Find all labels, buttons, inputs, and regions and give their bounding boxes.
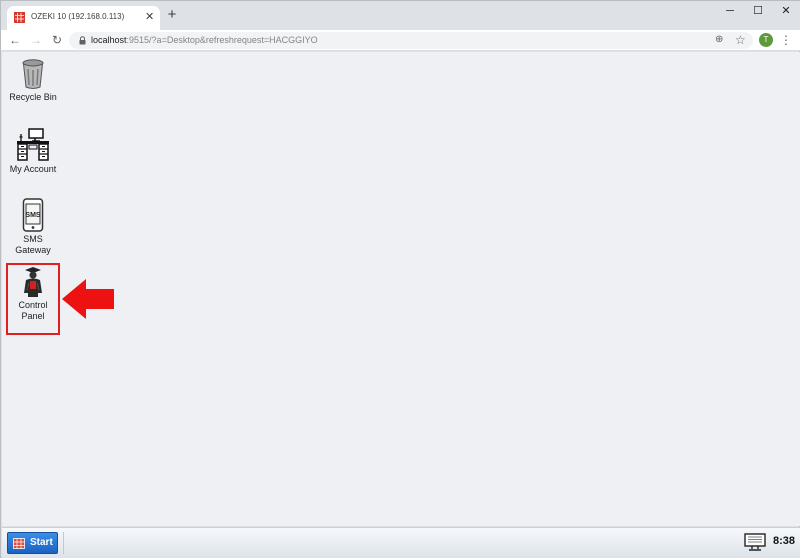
taskbar: Start 8:38: [2, 527, 800, 558]
browser-tab[interactable]: OZEKI 10 (192.168.0.113) ✕: [7, 6, 160, 30]
browser-window: OZEKI 10 (192.168.0.113) ✕ + ─ ☐ ✕ ← → ↻…: [0, 0, 800, 558]
desktop-icon-sms-gateway[interactable]: SMS SMS Gateway: [5, 198, 61, 256]
trash-can-icon: [22, 59, 44, 89]
desktop-icon-recycle-bin[interactable]: Recycle Bin: [5, 58, 61, 103]
red-arrow-pointer-icon: [62, 279, 114, 319]
desktop-icon-my-account[interactable]: My Account: [5, 128, 61, 175]
browser-menu-icon[interactable]: ⋮: [780, 32, 792, 48]
url-text[interactable]: localhost:9515/?a=Desktop&refreshrequest…: [91, 35, 318, 45]
forward-arrow-icon[interactable]: →: [28, 32, 44, 48]
start-button[interactable]: Start: [7, 532, 58, 554]
bookmark-star-icon[interactable]: ☆: [735, 33, 746, 47]
lock-icon: [79, 36, 86, 45]
tab-title: OZEKI 10 (192.168.0.113): [31, 12, 125, 21]
reload-icon[interactable]: ↻: [49, 32, 65, 48]
highlight-box: [6, 263, 60, 335]
minimize-button[interactable]: ─: [715, 1, 745, 25]
profile-avatar[interactable]: T: [759, 33, 773, 47]
sms-phone-icon: SMS: [22, 198, 44, 232]
office-desk-icon: [17, 128, 49, 161]
tab-strip: OZEKI 10 (192.168.0.113) ✕ + ─ ☐ ✕: [1, 1, 800, 30]
desktop-icon-label: Recycle Bin: [9, 92, 57, 102]
desktop-icon-label: My Account: [9, 164, 57, 174]
start-label: Start: [30, 537, 53, 548]
ozeki-logo-icon: [13, 538, 25, 549]
maximize-button[interactable]: ☐: [743, 1, 773, 25]
desktop-area: Recycle Bin My Account SMS SMS Gateway C…: [2, 52, 800, 526]
address-bar[interactable]: localhost:9515/?a=Desktop&refreshrequest…: [69, 32, 753, 49]
monitor-icon[interactable]: [744, 533, 766, 551]
browser-toolbar: ← → ↻ localhost:9515/?a=Desktop&refreshr…: [1, 30, 800, 51]
zoom-icon[interactable]: ⊕: [715, 34, 723, 45]
url-host: localhost: [91, 35, 127, 45]
desktop-icon-label-line2: Gateway: [15, 245, 51, 255]
ozeki-favicon-icon: [14, 12, 25, 23]
close-window-button[interactable]: ✕: [771, 1, 800, 25]
url-path: :9515/?a=Desktop&refreshrequest=HACGGIYO: [126, 35, 318, 45]
back-arrow-icon[interactable]: ←: [7, 32, 23, 48]
taskbar-separator: [63, 532, 64, 554]
new-tab-button[interactable]: +: [164, 7, 180, 23]
svg-text:SMS: SMS: [25, 212, 41, 219]
tab-close-icon[interactable]: ✕: [145, 10, 154, 24]
taskbar-clock: 8:38: [773, 535, 796, 547]
desktop-icon-label-line1: SMS: [23, 234, 43, 244]
